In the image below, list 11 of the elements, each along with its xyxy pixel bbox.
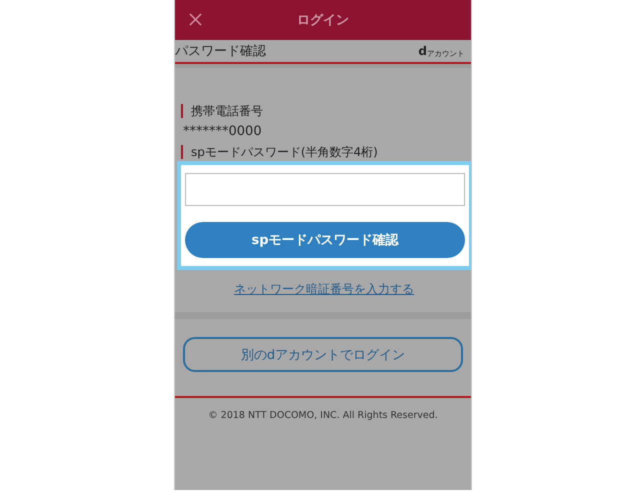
field-label: 携帯電話番号 <box>181 104 467 118</box>
close-icon[interactable] <box>189 13 202 26</box>
copyright-text: © 2018 NTT DOCOMO, INC. All Rights Reserved. <box>207 410 439 421</box>
confirm-button[interactable]: spモードパスワード確認 <box>185 222 465 258</box>
page-title: パスワード確認 <box>175 43 266 60</box>
header-title: ログイン <box>297 12 349 29</box>
other-account-button[interactable]: 別のdアカウントでログイン <box>183 337 463 372</box>
password-field[interactable] <box>185 173 465 206</box>
network-pin-link[interactable]: ネットワーク暗証番号を入力する <box>234 282 414 296</box>
field-value: *******0000 <box>183 124 263 139</box>
field-label: spモードパスワード(半角数字4桁) <box>181 145 467 159</box>
